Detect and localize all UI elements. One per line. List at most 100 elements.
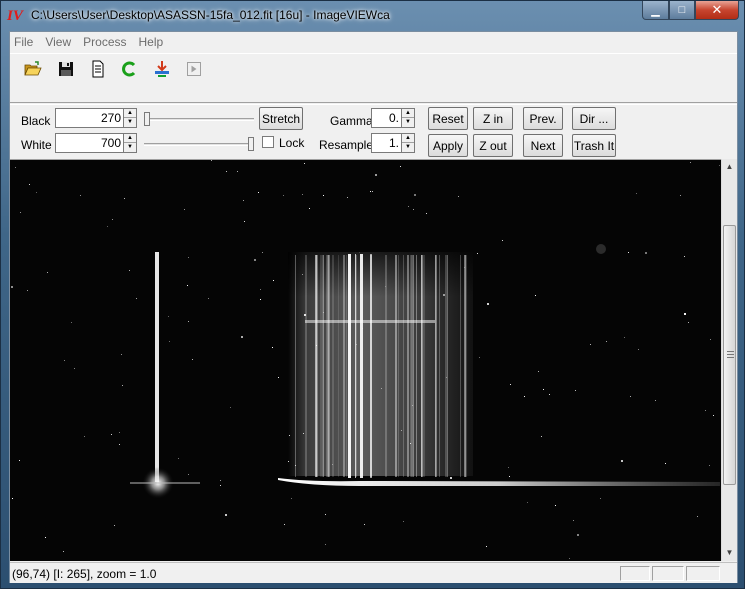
star-speck bbox=[284, 524, 285, 525]
star-speck bbox=[323, 195, 324, 196]
close-button[interactable]: ✕ bbox=[695, 1, 739, 20]
save-icon[interactable] bbox=[55, 58, 77, 80]
spectral-line bbox=[410, 255, 412, 477]
star-speck bbox=[638, 349, 639, 350]
spectral-line bbox=[338, 255, 339, 477]
transfer-icon[interactable] bbox=[151, 58, 173, 80]
spectral-line bbox=[445, 255, 447, 477]
toolbar bbox=[10, 53, 737, 103]
star-speck bbox=[509, 476, 510, 477]
star-speck bbox=[220, 480, 221, 481]
star-speck bbox=[590, 344, 591, 345]
lock-label: Lock bbox=[279, 136, 305, 150]
spectrum-image bbox=[10, 160, 721, 561]
star-speck bbox=[524, 396, 525, 397]
minimize-button[interactable]: ▁ bbox=[642, 1, 669, 20]
star-speck bbox=[450, 477, 452, 479]
star-speck bbox=[119, 432, 120, 433]
prev-button[interactable]: Prev. bbox=[523, 107, 563, 130]
open-folder-icon[interactable] bbox=[22, 58, 44, 80]
gamma-spinbox[interactable]: ▲▼ bbox=[371, 108, 415, 128]
spectral-line bbox=[398, 255, 399, 477]
dir-button[interactable]: Dir ... bbox=[572, 107, 616, 130]
maximize-button[interactable]: □ bbox=[669, 1, 695, 20]
spectral-line bbox=[327, 255, 329, 477]
star-speck bbox=[45, 537, 46, 538]
document-icon[interactable] bbox=[87, 58, 109, 80]
spectral-line bbox=[413, 255, 414, 477]
application-window: IV C:\Users\User\Desktop\ASASSN-15fa_012… bbox=[0, 0, 745, 589]
refresh-c-icon[interactable] bbox=[119, 58, 141, 80]
zoom-in-button[interactable]: Z in bbox=[473, 107, 513, 130]
vertical-scrollbar[interactable]: ▲ ▼ bbox=[721, 159, 737, 561]
scroll-down-arrow[interactable]: ▼ bbox=[722, 545, 737, 561]
gamma-label: Gamma bbox=[330, 114, 373, 128]
white-spinbox[interactable]: ▲▼ bbox=[55, 133, 137, 153]
star-speck bbox=[630, 396, 631, 397]
spectral-line bbox=[423, 255, 425, 477]
star-speck bbox=[230, 407, 231, 408]
spectral-line bbox=[322, 255, 323, 477]
star-speck bbox=[684, 313, 686, 315]
white-slider-thumb[interactable] bbox=[248, 137, 254, 151]
black-slider-thumb[interactable] bbox=[144, 112, 150, 126]
star-speck bbox=[168, 316, 169, 317]
app-icon[interactable]: IV bbox=[7, 7, 25, 25]
black-slider[interactable] bbox=[144, 112, 254, 126]
star-speck bbox=[226, 171, 227, 172]
star-speck bbox=[211, 160, 212, 161]
star-speck bbox=[705, 410, 706, 411]
star-speck bbox=[510, 384, 511, 385]
star-speck bbox=[555, 505, 556, 506]
star-speck bbox=[208, 298, 209, 299]
star-speck bbox=[262, 252, 263, 253]
lock-checkbox[interactable] bbox=[262, 136, 274, 148]
star-speck bbox=[508, 467, 509, 468]
menu-file[interactable]: File bbox=[10, 32, 39, 52]
resample-label: Resample bbox=[319, 138, 374, 152]
star-speck bbox=[129, 270, 130, 271]
trash-button[interactable]: Trash It bbox=[572, 134, 616, 157]
title-bar[interactable]: IV C:\Users\User\Desktop\ASASSN-15fa_012… bbox=[1, 1, 744, 31]
spectral-line bbox=[346, 255, 347, 477]
resample-spin-arrows[interactable]: ▲ ▼ bbox=[401, 133, 415, 153]
star-speck bbox=[684, 256, 685, 257]
star-speck bbox=[124, 198, 125, 199]
menu-process[interactable]: Process bbox=[77, 32, 132, 52]
white-label: White bbox=[21, 138, 52, 152]
white-slider[interactable] bbox=[144, 137, 254, 151]
star-speck bbox=[487, 303, 489, 305]
stretch-button[interactable]: Stretch bbox=[259, 107, 303, 130]
star-speck bbox=[119, 444, 120, 445]
star-speck bbox=[575, 390, 576, 391]
status-panel-3 bbox=[686, 566, 720, 581]
white-spin-arrows[interactable]: ▲ ▼ bbox=[123, 133, 137, 153]
star-speck bbox=[220, 485, 221, 486]
gamma-spin-arrows[interactable]: ▲ ▼ bbox=[401, 108, 415, 128]
bright-spectral-line bbox=[360, 254, 363, 478]
play-icon bbox=[187, 62, 201, 76]
next-button[interactable]: Next bbox=[523, 134, 563, 157]
star-speck bbox=[121, 354, 122, 355]
star-speck bbox=[29, 184, 30, 185]
spectral-line bbox=[460, 255, 461, 477]
image-canvas[interactable] bbox=[10, 159, 721, 561]
black-spinbox[interactable]: ▲▼ bbox=[55, 108, 137, 128]
star-speck bbox=[273, 280, 274, 281]
zoom-out-button[interactable]: Z out bbox=[473, 134, 513, 157]
scroll-thumb[interactable] bbox=[723, 225, 736, 485]
star-speck bbox=[375, 174, 377, 176]
menu-help[interactable]: Help bbox=[133, 32, 170, 52]
spectral-line bbox=[421, 255, 423, 477]
star-speck bbox=[665, 463, 666, 464]
scroll-up-arrow[interactable]: ▲ bbox=[722, 159, 737, 175]
star-speck bbox=[709, 465, 710, 466]
black-spin-arrows[interactable]: ▲ ▼ bbox=[123, 108, 137, 128]
star-speck bbox=[122, 385, 123, 386]
resample-spinbox[interactable]: ▲▼ bbox=[371, 133, 415, 153]
star-speck bbox=[114, 525, 115, 526]
reset-button[interactable]: Reset bbox=[428, 107, 468, 130]
menu-view[interactable]: View bbox=[39, 32, 77, 52]
spectral-line bbox=[315, 255, 317, 477]
apply-button[interactable]: Apply bbox=[428, 134, 468, 157]
